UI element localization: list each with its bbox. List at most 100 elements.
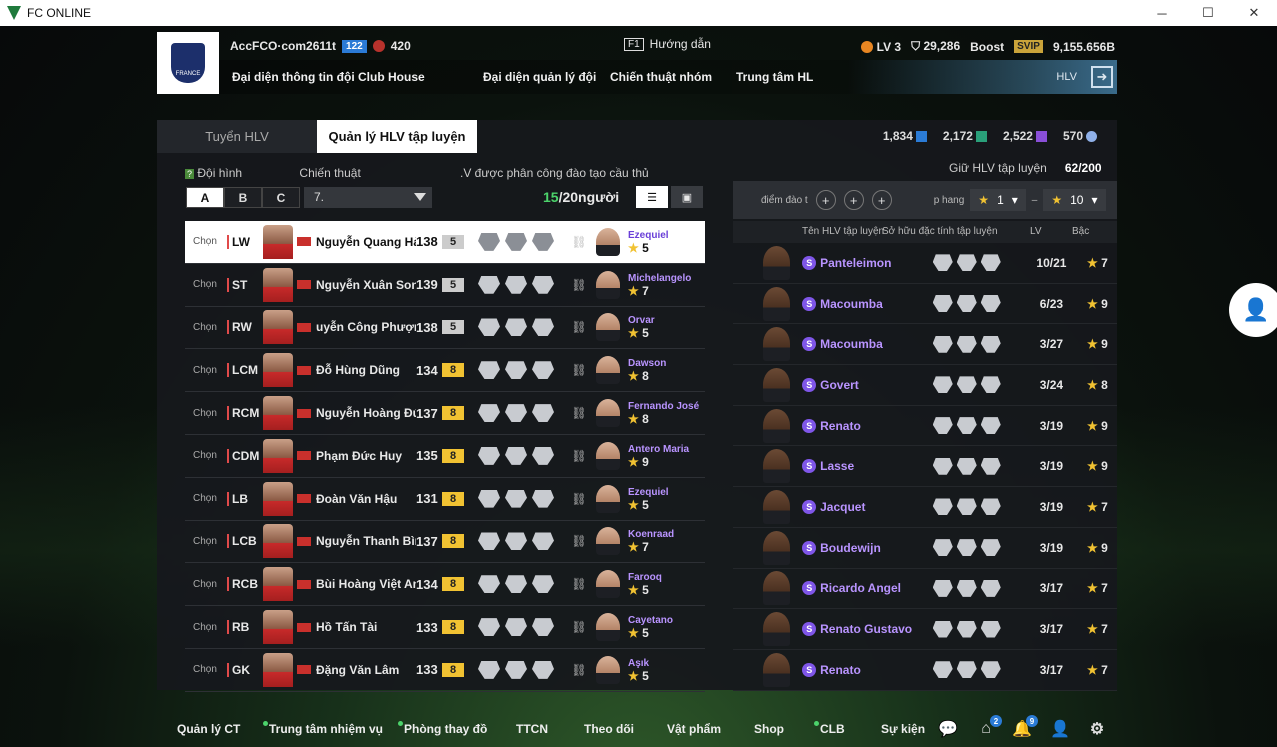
assigned-coach[interactable]: Dawson ★ 8 [628,357,702,383]
training-trait-icon[interactable] [532,446,554,465]
nav-training-center[interactable]: Trung tâm HL [736,70,813,84]
player-row[interactable]: Chọn LW Nguyễn Quang Hải 138 5 ⛓ Ezequiel ★ 5 [185,221,705,264]
training-trait-icon[interactable] [532,660,554,679]
add-filter-3-button[interactable]: + [871,190,892,210]
training-trait-icon[interactable] [478,275,500,294]
training-trait-icon[interactable] [532,361,554,380]
select-player-button[interactable]: Chọn [193,493,227,504]
player-row[interactable]: ChọnRCB Bùi Hoàng Việt Anh134 8 ⛓ Farooq★ 5 [185,563,705,607]
coach-avatar[interactable] [596,356,620,385]
player-row[interactable]: Chọn LCM Đỗ Hùng Dũng 134 8 ⛓ Dawson ★ 8 [185,349,705,393]
col-coach-name[interactable]: Tên HLV tập luyện [802,226,884,237]
training-trait-icon[interactable] [956,335,977,353]
select-player-button[interactable]: Chọn [193,536,227,547]
select-player-button[interactable]: Chọn [193,450,227,461]
select-player-button[interactable]: Chọn [193,408,227,419]
assigned-coach[interactable]: Koenraad ★ 7 [628,528,702,554]
coach-row[interactable]: S Lasse 3/19 ★ 9 [733,446,1117,488]
coach-avatar[interactable] [596,270,620,299]
coach-row[interactable]: S Renato 3/19 ★ 9 [733,406,1117,447]
coach-avatar[interactable] [596,441,620,470]
nav-group-tactics[interactable]: Chiến thuật nhóm [610,70,712,84]
nav-mission-center[interactable]: Trung tâm nhiệm vụ [263,721,383,736]
training-trait-icon[interactable] [478,446,500,465]
training-trait-icon[interactable] [478,618,500,637]
training-trait-icon[interactable] [956,661,977,679]
training-trait-icon[interactable] [932,335,953,353]
select-player-button[interactable]: Chọn [193,622,227,633]
training-trait-icon[interactable] [478,575,500,594]
training-trait-icon[interactable] [932,620,953,638]
coach-row[interactable]: S Macoumba 3/27 ★ 9 [733,324,1117,366]
training-trait-icon[interactable] [980,498,1001,516]
assigned-coach[interactable]: Antero Maria ★ 9 [628,443,702,469]
training-trait-icon[interactable] [932,539,953,557]
training-trait-icon[interactable] [932,498,953,516]
training-trait-icon[interactable] [505,318,527,337]
coach-row[interactable]: S Renato Gustavo 3/17 ★ 7 [733,609,1117,650]
training-trait-icon[interactable] [478,404,500,423]
player-row[interactable]: Chọn CDM Phạm Đức Huy 135 8 ⛓ Antero Maria ★ 9 [185,435,705,478]
training-trait-icon[interactable] [532,404,554,423]
player-row[interactable]: ChọnLCB Nguyễn Thanh Bình137 8 ⛓ Koenraad★ 7 [185,521,705,564]
training-trait-icon[interactable] [980,661,1001,679]
training-trait-icon[interactable] [532,275,554,294]
training-trait-icon[interactable] [980,539,1001,557]
training-trait-icon[interactable] [932,661,953,679]
friends-chat-button[interactable]: 👤 [1229,283,1277,337]
col-lv[interactable]: LV [1030,226,1042,237]
training-trait-icon[interactable] [932,579,953,597]
add-filter-2-button[interactable]: + [843,190,864,210]
training-trait-icon[interactable] [980,295,1001,313]
coach-avatar[interactable] [596,570,620,599]
rank-to-dropdown[interactable]: ★ 10 ▾ [1043,189,1106,211]
help-mark-icon[interactable]: ? [185,169,195,179]
nav-events[interactable]: Sự kiện [881,722,925,736]
select-player-button[interactable]: Chọn [193,664,227,675]
help-button[interactable]: F1 Hướng dẫn [624,37,711,51]
assigned-coach[interactable]: Orvar ★ 5 [628,314,702,340]
list-view-icon[interactable]: ☰ [636,186,668,208]
coach-row[interactable]: S Boudewijn 3/19 ★ 9 [733,528,1117,569]
coach-avatar[interactable] [596,313,620,342]
home-icon[interactable]: ⌂ 2 [976,715,1002,739]
add-filter-1-button[interactable]: + [815,190,836,210]
coach-row[interactable]: S Govert 3/24 ★ 8 [733,365,1117,406]
coach-avatar[interactable] [596,484,620,513]
training-trait-icon[interactable] [956,539,977,557]
training-trait-icon[interactable] [980,376,1001,394]
assigned-coach[interactable]: Farooq ★ 5 [628,571,702,597]
player-row[interactable]: Chọn LB Đoàn Văn Hậu 131 8 ⛓ Ezequiel ★ 5 [185,478,705,521]
assigned-coach[interactable]: Michelangelo ★ 7 [628,272,702,298]
hlv-exit-button[interactable]: HLV ➜ [1056,66,1113,88]
training-trait-icon[interactable] [956,254,977,272]
maximize-button[interactable]: ☐ [1185,0,1231,26]
settings-gear-icon[interactable]: ⚙ [1087,719,1107,739]
close-button[interactable]: ✕ [1231,0,1277,26]
training-trait-icon[interactable] [956,417,977,435]
nav-club[interactable]: CLB [814,721,845,736]
coach-row[interactable]: S Panteleimon 10/21 ★ 7 [733,243,1117,284]
select-player-button[interactable]: Chọn [193,236,227,247]
nav-shop[interactable]: Shop [754,722,784,736]
training-trait-icon[interactable] [505,618,527,637]
training-trait-icon[interactable] [478,532,500,551]
card-view-icon[interactable]: ▣ [671,186,703,208]
training-trait-icon[interactable] [980,335,1001,353]
select-player-button[interactable]: Chọn [193,579,227,590]
training-trait-icon[interactable] [956,457,977,475]
nav-club-house[interactable]: Club House [358,70,425,84]
select-player-button[interactable]: Chọn [193,322,227,333]
training-trait-icon[interactable] [505,404,527,423]
training-trait-icon[interactable] [505,275,527,294]
nav-locker-room[interactable]: Phòng thay đồ [398,721,487,736]
training-trait-icon[interactable] [505,446,527,465]
training-trait-icon[interactable] [980,579,1001,597]
training-trait-icon[interactable] [932,254,953,272]
minimize-button[interactable]: ─ [1139,0,1185,26]
training-trait-icon[interactable] [980,254,1001,272]
rank-from-dropdown[interactable]: ★ 1 ▾ [970,189,1026,211]
col-trait[interactable]: Sở hữu đặc tính tập luyện [882,226,998,237]
training-trait-icon[interactable] [478,232,500,251]
profile-icon[interactable]: 👤 [1050,719,1070,739]
